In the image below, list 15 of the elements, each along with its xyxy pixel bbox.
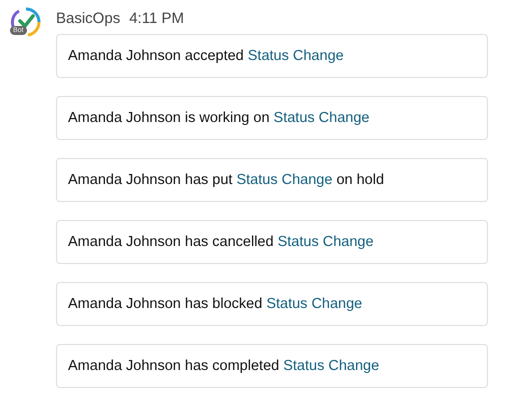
message-text: Amanda Johnson has blocked Status Change xyxy=(68,296,362,312)
message-time: 4:11 PM xyxy=(129,10,184,26)
status-link[interactable]: Status Change xyxy=(283,358,380,374)
sender-name: BasicOps xyxy=(56,10,120,26)
message-text: Amanda Johnson accepted Status Change xyxy=(68,48,344,64)
status-link[interactable]: Status Change xyxy=(236,172,332,188)
status-link[interactable]: Status Change xyxy=(274,110,370,126)
status-link[interactable]: Status Change xyxy=(278,234,374,250)
message-text: Amanda Johnson has put Status Change on hold xyxy=(68,172,384,188)
status-link[interactable]: Status Change xyxy=(266,296,362,312)
status-link[interactable]: Status Change xyxy=(248,48,344,64)
message-text: Amanda Johnson has completed Status Change xyxy=(68,358,380,374)
logo-icon xyxy=(10,6,42,38)
message-text: Amanda Johnson has cancelled Status Change xyxy=(68,234,374,250)
message-text: Amanda Johnson is working on Status Change xyxy=(68,110,370,126)
